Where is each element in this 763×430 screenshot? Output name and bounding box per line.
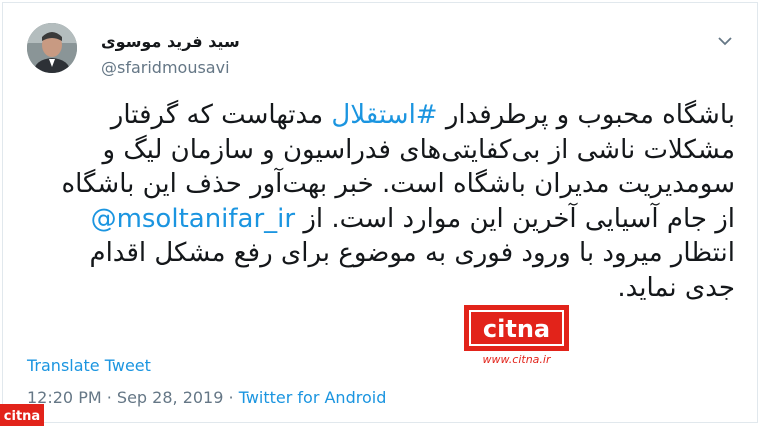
text-segment: از جام آسیایی آخرین این موارد است. از — [295, 203, 735, 234]
citna-corner-badge: citna — [0, 404, 44, 426]
meta-separator: · — [223, 388, 239, 407]
tweet-line: باشگاه محبوب و پرطرفدار #استقلال مدتهاست… — [15, 98, 735, 133]
meta-separator: · — [101, 388, 117, 407]
tweet-date[interactable]: Sep 28, 2019 — [117, 388, 224, 407]
tweet-line: مشکلات ناشی از بی‌کفایتی‌های فدراسیون و … — [102, 134, 735, 165]
tweet-line: از جام آسیایی آخرین این موارد است. از @m… — [15, 202, 735, 237]
tweet-source-link[interactable]: Twitter for Android — [239, 388, 387, 407]
tweet-text: باشگاه محبوب و پرطرفدار #استقلال مدتهاست… — [15, 98, 736, 305]
text-segment: باشگاه محبوب و پرطرفدار — [437, 100, 735, 130]
translate-tweet-link[interactable]: Translate Tweet — [27, 356, 151, 375]
tweet-card: سید فرید موسوی @sfaridmousavi باشگاه محب… — [2, 2, 758, 423]
text-segment: مدتهاست که گرفتار — [110, 100, 332, 130]
tweet-metadata: 12:20 PM · Sep 28, 2019 · Twitter for An… — [27, 388, 386, 407]
tweet-line: سومدیریت مدیران باشگاه است. خبر بهت‌آور … — [61, 169, 736, 199]
hashtag-link[interactable]: #استقلال — [331, 100, 437, 130]
citna-logo-text: citna — [483, 315, 550, 343]
tweet-line: جدی نماید. — [617, 272, 735, 303]
user-display-name[interactable]: سید فرید موسوی — [101, 32, 240, 51]
avatar-photo — [27, 23, 77, 73]
avatar[interactable] — [27, 23, 77, 73]
tweet-line: انتظار میرود با ورود فوری به موضوع برای … — [89, 238, 735, 268]
citna-url-text: www.citna.ir — [483, 353, 552, 366]
chevron-down-icon[interactable] — [715, 31, 735, 51]
citna-logo-watermark: citna www.citna.ir — [464, 305, 569, 367]
citna-badge-text: citna — [4, 409, 40, 424]
mention-link[interactable]: @msoltanifar_ir — [91, 204, 296, 234]
user-handle[interactable]: @sfaridmousavi — [101, 58, 230, 77]
